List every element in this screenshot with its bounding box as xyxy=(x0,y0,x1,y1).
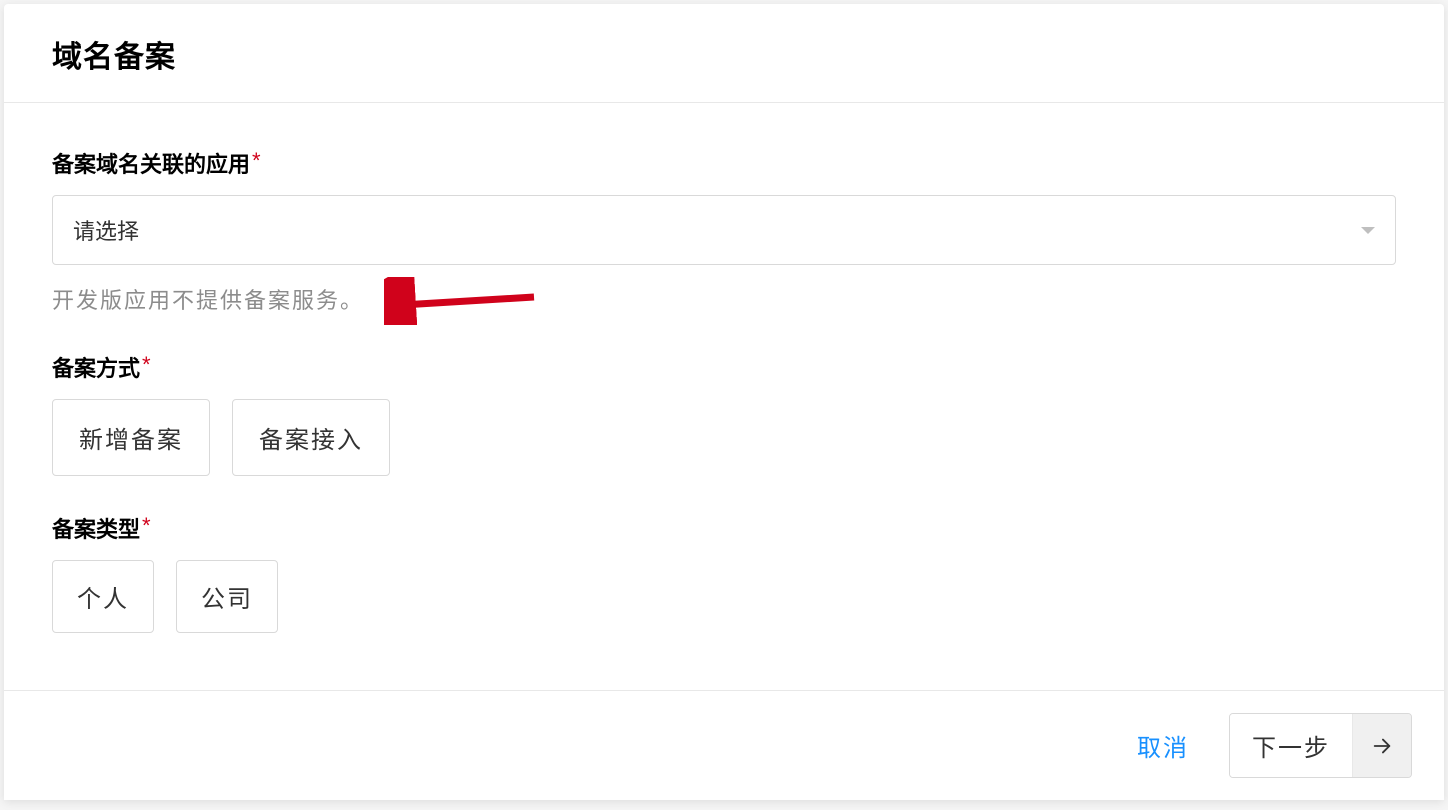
select-app[interactable]: 请选择 xyxy=(52,195,1396,265)
modal-domain-filing: 域名备案 备案域名关联的应用* 请选择 开发版应用不提供备案服务。 备案方式* … xyxy=(4,4,1444,800)
label-method-text: 备案方式 xyxy=(52,356,140,381)
required-mark: * xyxy=(142,513,151,538)
required-mark: * xyxy=(142,352,151,377)
next-button-label: 下一步 xyxy=(1230,714,1352,777)
option-method-new[interactable]: 新增备案 xyxy=(52,399,210,476)
chevron-down-icon xyxy=(1361,227,1375,234)
options-method: 新增备案 备案接入 xyxy=(52,399,1396,476)
label-method: 备案方式* xyxy=(52,351,1396,383)
option-method-access[interactable]: 备案接入 xyxy=(232,399,390,476)
form-group-app: 备案域名关联的应用* 请选择 开发版应用不提供备案服务。 xyxy=(52,147,1396,315)
next-button[interactable]: 下一步 xyxy=(1229,713,1412,778)
modal-header: 域名备案 xyxy=(4,4,1444,103)
helper-app: 开发版应用不提供备案服务。 xyxy=(52,283,1396,315)
label-app-text: 备案域名关联的应用 xyxy=(52,152,250,177)
modal-title: 域名备案 xyxy=(52,32,1396,76)
option-type-company[interactable]: 公司 xyxy=(176,560,278,633)
form-group-type: 备案类型* 个人 公司 xyxy=(52,512,1396,633)
label-app: 备案域名关联的应用* xyxy=(52,147,1396,179)
select-app-placeholder: 请选择 xyxy=(73,214,139,246)
option-type-personal[interactable]: 个人 xyxy=(52,560,154,633)
form-group-method: 备案方式* 新增备案 备案接入 xyxy=(52,351,1396,476)
modal-body: 备案域名关联的应用* 请选择 开发版应用不提供备案服务。 备案方式* 新增备案 … xyxy=(4,103,1444,690)
label-type-text: 备案类型 xyxy=(52,517,140,542)
required-mark: * xyxy=(252,148,261,173)
arrow-right-icon xyxy=(1352,714,1411,777)
label-type: 备案类型* xyxy=(52,512,1396,544)
options-type: 个人 公司 xyxy=(52,560,1396,633)
cancel-button[interactable]: 取消 xyxy=(1137,728,1189,763)
modal-footer: 取消 下一步 xyxy=(4,690,1444,800)
